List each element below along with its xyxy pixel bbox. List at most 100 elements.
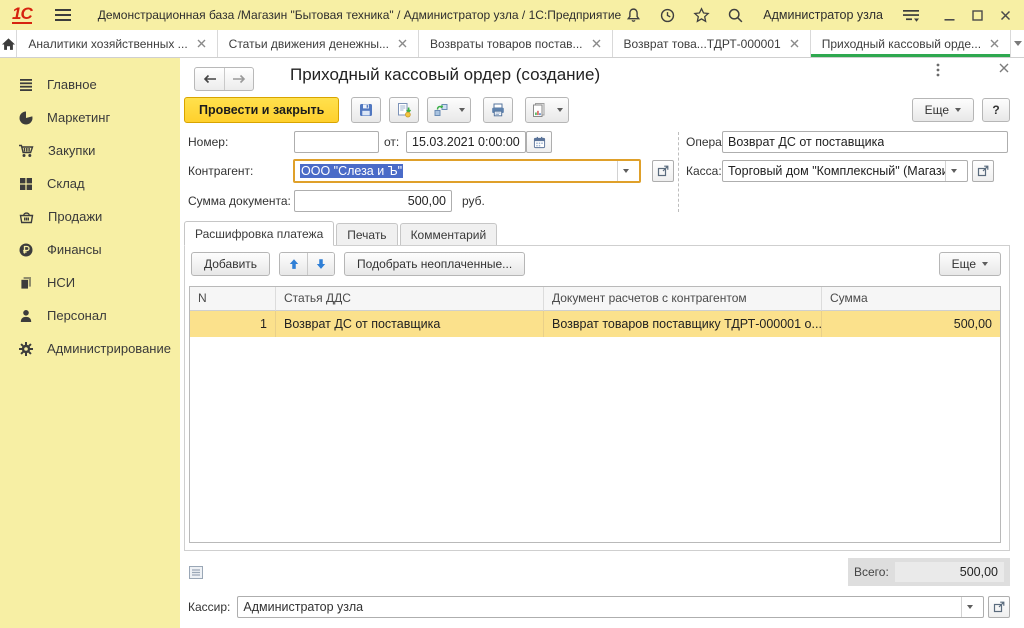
search-icon[interactable] — [727, 7, 744, 24]
column-header-document[interactable]: Документ расчетов с контрагентом — [544, 287, 822, 311]
save-button[interactable] — [351, 97, 381, 123]
date-input[interactable]: 15.03.2021 0:00:00 — [406, 131, 526, 153]
form-more-button[interactable]: Еще — [912, 98, 974, 122]
current-user[interactable]: Администратор узла — [763, 8, 883, 22]
tab-close-icon[interactable] — [990, 39, 999, 48]
form-close-icon[interactable] — [998, 62, 1010, 77]
tab-comment[interactable]: Комментарий — [400, 223, 498, 245]
tab-analytics[interactable]: Аналитики хозяйственных ... — [17, 30, 217, 57]
open-windows-tabbar: Аналитики хозяйственных ... Статьи движе… — [0, 30, 1024, 58]
cashier-label: Кассир: — [188, 600, 230, 614]
back-button[interactable] — [195, 68, 224, 90]
tab-close-icon[interactable] — [398, 39, 407, 48]
history-navigation — [194, 67, 254, 91]
move-row-up-button[interactable] — [280, 253, 307, 275]
tab-payment-details[interactable]: Расшифровка платежа — [184, 221, 334, 246]
counterparty-open-button[interactable] — [652, 160, 674, 182]
cashbox-input[interactable]: Торговый дом "Комплексный" (Магазин "Пр — [722, 160, 968, 182]
reports-button[interactable] — [525, 97, 569, 123]
more-label: Еще — [952, 257, 976, 271]
cell-amount[interactable]: 500,00 — [822, 311, 1000, 337]
sidebar-item-purchases[interactable]: Закупки — [0, 134, 180, 167]
cell-row-number[interactable]: 1 — [190, 311, 276, 337]
amount-input[interactable]: 500,00 — [294, 190, 452, 212]
sidebar-item-sales[interactable]: Продажи — [0, 200, 180, 233]
close-window-icon[interactable] — [999, 9, 1012, 22]
number-input[interactable] — [294, 131, 379, 153]
cell-settlement-document[interactable]: Возврат товаров поставщику ТДРТ-000001 о… — [544, 311, 822, 337]
post-document-icon — [396, 102, 412, 118]
sidebar-item-warehouse[interactable]: Склад — [0, 167, 180, 200]
history-clock-icon[interactable] — [659, 7, 676, 24]
column-header-n[interactable]: N — [190, 287, 276, 311]
create-based-on-button[interactable] — [427, 97, 471, 123]
service-menu-icon[interactable] — [902, 8, 920, 23]
total-value: 500,00 — [895, 562, 1004, 582]
tab-returns-list[interactable]: Возвраты товаров постав... — [419, 30, 613, 57]
cell-article[interactable]: Возврат ДС от поставщика — [276, 311, 544, 337]
pick-unpaid-button[interactable]: Подобрать неоплаченные... — [344, 252, 525, 276]
sections-menu-icon — [18, 77, 34, 93]
tab-cash-receipt-order[interactable]: Приходный кассовый орде... — [811, 30, 1011, 57]
move-row-buttons — [279, 252, 335, 276]
maximize-icon[interactable] — [971, 9, 984, 22]
main-menu-icon[interactable] — [54, 8, 72, 22]
operation-input[interactable]: Возврат ДС от поставщика — [722, 131, 1008, 153]
cashbox-open-button[interactable] — [972, 160, 994, 182]
title-bar: 1С Демонстрационная база /Магазин "Бытов… — [0, 0, 1024, 30]
tab-label: Приходный кассовый орде... — [822, 37, 981, 51]
arrow-up-icon — [287, 257, 301, 271]
sidebar-item-label: Продажи — [48, 209, 102, 224]
help-button[interactable]: ? — [982, 98, 1010, 122]
sidebar-item-nsi[interactable]: НСИ — [0, 266, 180, 299]
tab-cashflow-items[interactable]: Статьи движения денежны... — [218, 30, 419, 57]
cashier-open-button[interactable] — [988, 596, 1010, 618]
counterparty-input[interactable]: ООО "Слеза и Ъ" — [293, 159, 641, 183]
sidebar-item-finance[interactable]: Финансы — [0, 233, 180, 266]
minimize-icon[interactable] — [943, 9, 956, 22]
column-header-article[interactable]: Статья ДДС — [276, 287, 544, 311]
tab-overflow-button[interactable] — [1011, 30, 1024, 57]
details-list-icon[interactable] — [188, 565, 204, 580]
print-button[interactable] — [483, 97, 513, 123]
report-chart-icon — [531, 102, 547, 118]
sidebar-item-administration[interactable]: Администрирование — [0, 332, 180, 365]
home-tab[interactable] — [0, 30, 17, 57]
sidebar-item-marketing[interactable]: Маркетинг — [0, 101, 180, 134]
chevron-down-icon — [967, 605, 973, 609]
open-link-icon — [977, 165, 989, 177]
cashbox-dropdown-button[interactable] — [945, 161, 962, 181]
cashier-input[interactable]: Администратор узла — [237, 596, 984, 618]
counterparty-dropdown-button[interactable] — [617, 161, 634, 181]
sidebar-item-personnel[interactable]: Персонал — [0, 299, 180, 332]
total-box: Всего: 500,00 — [848, 558, 1010, 586]
post-document-button[interactable] — [389, 97, 419, 123]
tab-close-icon[interactable] — [790, 39, 799, 48]
post-and-close-button[interactable]: Провести и закрыть — [184, 97, 339, 123]
basket-icon — [18, 209, 35, 225]
add-row-button[interactable]: Добавить — [191, 252, 270, 276]
print-icon — [490, 102, 506, 118]
move-row-down-button[interactable] — [307, 253, 334, 275]
sidebar-item-label: Склад — [47, 176, 85, 191]
shopping-cart-icon — [18, 143, 35, 159]
tab-return-document[interactable]: Возврат това...ТДРТ-000001 — [613, 30, 811, 57]
total-label: Всего: — [854, 565, 889, 579]
notifications-bell-icon[interactable] — [625, 7, 642, 24]
form-menu-dots-icon[interactable] — [936, 62, 940, 81]
favorites-star-icon[interactable] — [693, 7, 710, 24]
payment-details-table[interactable]: N Статья ДДС Документ расчетов с контраг… — [189, 286, 1001, 543]
column-header-amount[interactable]: Сумма — [822, 287, 1000, 311]
sidebar-item-main[interactable]: Главное — [0, 68, 180, 101]
table-more-button[interactable]: Еще — [939, 252, 1001, 276]
sidebar-item-label: НСИ — [47, 275, 75, 290]
tab-print[interactable]: Печать — [336, 223, 397, 245]
pie-chart-icon — [18, 110, 34, 126]
table-row[interactable]: 1 Возврат ДС от поставщика Возврат товар… — [190, 311, 1000, 337]
tab-close-icon[interactable] — [592, 39, 601, 48]
warehouse-grid-icon — [18, 176, 34, 192]
calendar-button[interactable] — [526, 131, 552, 153]
cashier-dropdown-button[interactable] — [961, 597, 978, 617]
forward-button[interactable] — [224, 68, 253, 90]
tab-close-icon[interactable] — [197, 39, 206, 48]
